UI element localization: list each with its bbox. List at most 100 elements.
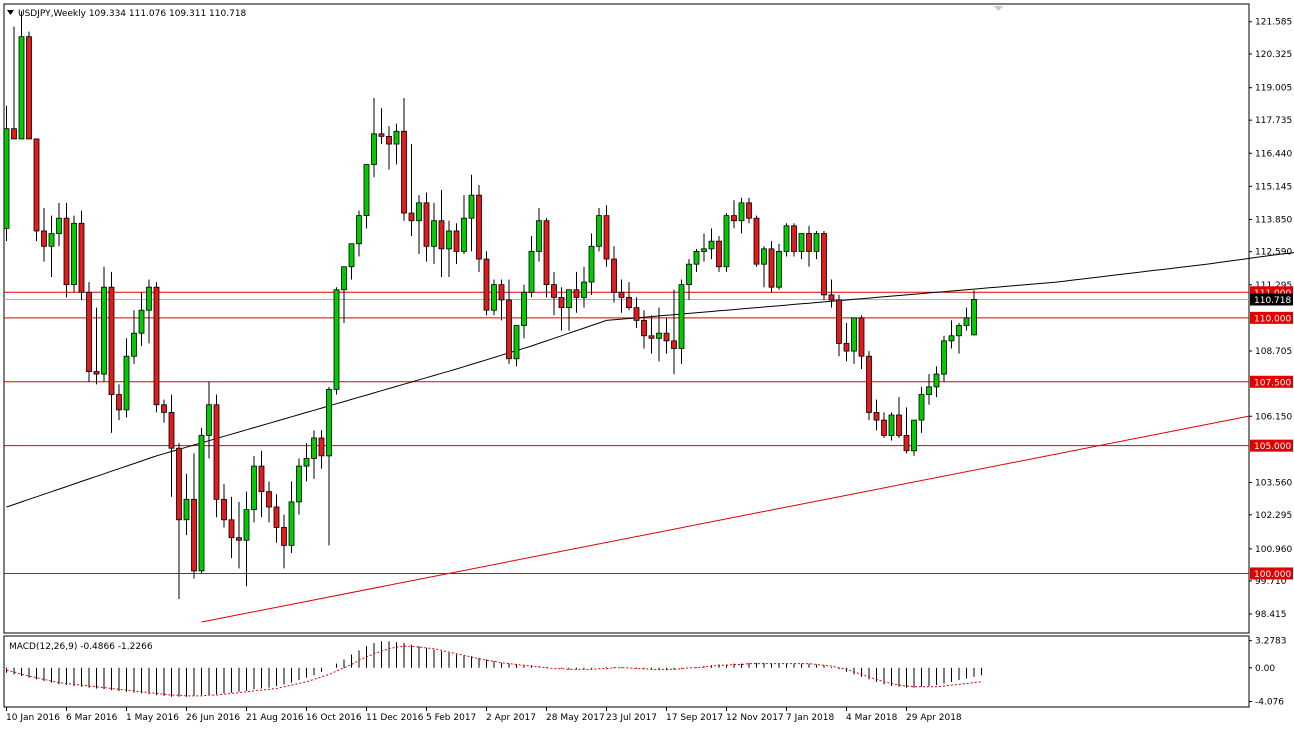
candle-body <box>56 217 62 234</box>
candle-body <box>198 435 205 572</box>
candle-body <box>768 248 775 288</box>
date-tick-label: 5 Feb 2017 <box>426 713 476 723</box>
candle-body <box>723 215 730 268</box>
chart-canvas: USDJPY,Weekly 109.334 111.076 109.311 11… <box>0 0 1294 729</box>
candle-body <box>273 506 280 528</box>
candle-body <box>296 465 302 503</box>
price-tick-label: 116.440 <box>1255 149 1292 159</box>
candle-body <box>873 412 880 421</box>
candle-body <box>161 404 167 413</box>
candle <box>78 210 85 300</box>
candle-body <box>176 447 182 521</box>
candle <box>483 251 490 316</box>
macd-tick-label: -4.076 <box>1255 697 1284 707</box>
macd-tick-label: 3.2783 <box>1255 637 1287 647</box>
date-tick-label: 16 Oct 2016 <box>306 713 362 723</box>
candle-body <box>573 289 580 298</box>
candle-body <box>108 286 115 395</box>
candle-body <box>243 509 250 541</box>
price-tick-label: 103.560 <box>1255 478 1292 488</box>
candle <box>791 223 797 257</box>
candle-body <box>438 220 445 250</box>
candle-body <box>506 299 512 360</box>
candle-body <box>948 335 955 342</box>
candle <box>86 282 92 382</box>
candle-body <box>513 325 520 360</box>
candle-body <box>348 243 355 268</box>
candle-body <box>828 294 835 301</box>
candle-body <box>581 281 587 298</box>
date-tick-label: 12 Nov 2017 <box>726 713 784 723</box>
candle <box>153 282 160 413</box>
candle-body <box>813 233 820 252</box>
candle-body <box>708 240 715 250</box>
candle <box>26 31 32 140</box>
candle-body <box>851 317 857 352</box>
price-tick-label: 121.585 <box>1255 18 1292 28</box>
candle <box>768 241 775 293</box>
date-tick-label: 23 Jul 2017 <box>606 713 657 723</box>
date-tick-label: 10 Jan 2016 <box>6 713 60 723</box>
candle-body <box>858 317 865 357</box>
date-tick-label: 17 Sep 2017 <box>666 713 723 723</box>
date-tick-label: 29 Apr 2018 <box>906 713 962 723</box>
candle-body <box>378 133 385 137</box>
candle-body <box>386 135 392 145</box>
candle-body <box>971 299 977 336</box>
level-badge-label: 110.000 <box>1254 314 1291 324</box>
candle-body <box>333 289 340 390</box>
candle-body <box>288 501 295 546</box>
candle-body <box>761 248 767 265</box>
candle-body <box>588 245 595 283</box>
candle-body <box>221 498 227 521</box>
candle-body <box>138 309 145 334</box>
date-tick-label: 2 Apr 2017 <box>486 713 536 723</box>
candle-body <box>251 465 257 510</box>
candle-body <box>963 317 970 326</box>
candle-body <box>401 130 407 214</box>
candle <box>753 215 760 267</box>
candle-body <box>116 394 122 411</box>
candle-body <box>18 36 25 140</box>
candle-body <box>33 138 40 232</box>
candle-body <box>806 233 812 252</box>
candle-body <box>926 386 932 395</box>
candle-body <box>183 498 190 521</box>
candle-body <box>716 240 722 268</box>
current-price-label: 110.718 <box>1254 296 1291 306</box>
candle-body <box>453 230 460 252</box>
price-tick-label: 100.960 <box>1255 545 1292 555</box>
price-tick-label: 119.005 <box>1255 84 1292 94</box>
candle-body <box>798 233 805 252</box>
chart-header: USDJPY,Weekly 109.334 111.076 109.311 11… <box>18 9 247 19</box>
candle-body <box>41 230 47 247</box>
candle-body <box>11 128 17 140</box>
candle-body <box>821 233 827 296</box>
level-badge-label: 107.500 <box>1254 378 1291 388</box>
candle-body <box>266 491 272 508</box>
candle-body <box>663 332 670 342</box>
candle-body <box>281 527 287 546</box>
candle-body <box>26 36 32 140</box>
candle <box>821 230 827 300</box>
candle <box>198 427 205 574</box>
candle-body <box>3 128 10 229</box>
background <box>0 0 1294 729</box>
candle-body <box>866 355 872 413</box>
candle-body <box>431 220 437 247</box>
candle-body <box>753 217 760 265</box>
price-tick-label: 112.590 <box>1255 248 1292 258</box>
candle-body <box>483 258 490 311</box>
candle-body <box>881 419 887 436</box>
candle-body <box>371 133 377 165</box>
candle-body <box>611 258 617 293</box>
candle-body <box>903 435 910 452</box>
candle-body <box>491 284 497 311</box>
macd-header: MACD(12,26,9) -0.4866 -1.2266 <box>9 642 153 652</box>
candle <box>213 394 220 518</box>
candle-body <box>918 394 925 421</box>
candle-body <box>476 194 482 260</box>
date-tick-label: 4 Mar 2018 <box>846 713 898 723</box>
candle-body <box>168 412 175 449</box>
candle <box>491 279 497 316</box>
